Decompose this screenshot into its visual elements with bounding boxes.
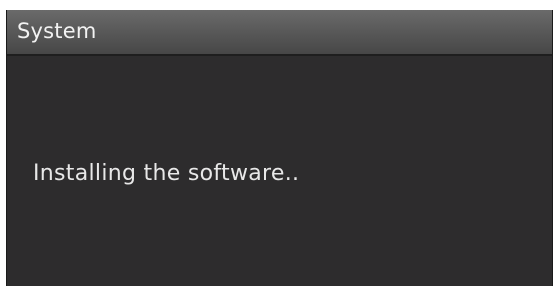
dialog-titlebar[interactable]: System [7, 10, 552, 56]
system-dialog: System Installing the software.. [6, 10, 553, 286]
status-message: Installing the software.. [33, 161, 300, 186]
dialog-title: System [17, 19, 97, 43]
